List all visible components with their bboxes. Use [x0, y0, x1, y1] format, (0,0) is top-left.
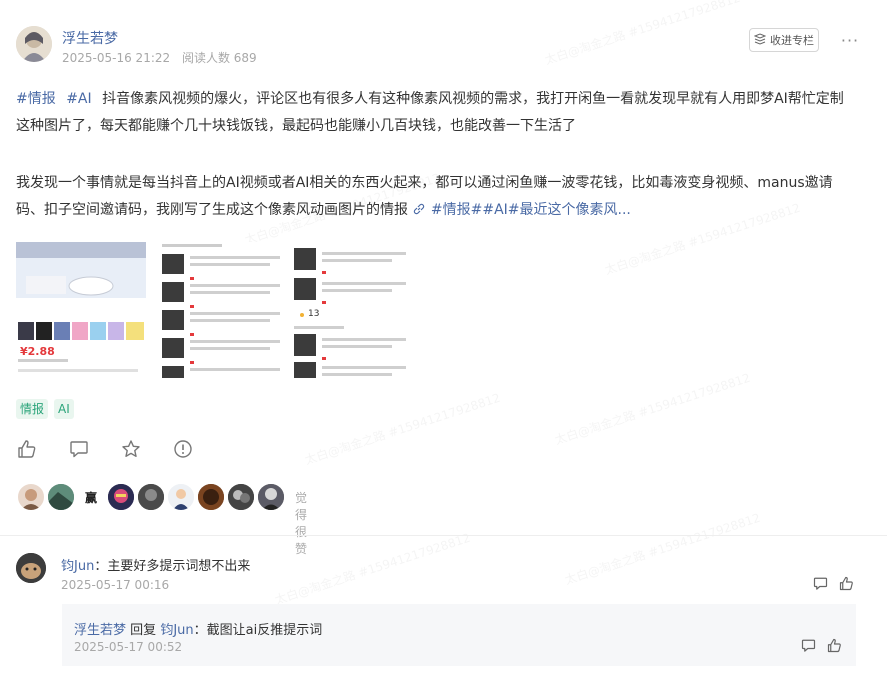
liker-avatar[interactable]: [16, 482, 46, 512]
more-icon[interactable]: ···: [838, 28, 862, 52]
image-thumbnail[interactable]: ¥2.88: [16, 242, 146, 378]
divider: [0, 535, 887, 536]
reply-actions: [800, 637, 842, 653]
liker-avatar[interactable]: 赢: [76, 482, 106, 512]
comment-time: 2025-05-17 00:16: [61, 578, 170, 592]
liker-avatar[interactable]: [256, 482, 286, 512]
reply-word: 回复: [130, 623, 157, 638]
post-paragraph-1: #情报 #AI 抖音像素风视频的爆火，评论区也有很多人有这种像素风视频的需求，我…: [16, 86, 856, 140]
like-icon[interactable]: [16, 438, 38, 460]
image-thumbnail[interactable]: 13: [288, 242, 418, 378]
liker-avatar[interactable]: [166, 482, 196, 512]
collect-label: 收进专栏: [770, 34, 814, 47]
tag-ai[interactable]: AI: [54, 399, 74, 419]
reply-item: 浮生若梦 回复 钧Jun：截图让ai反推提示词 2025-05-17 00:52: [62, 604, 856, 666]
intel-link[interactable]: #情报##AI#最近这个像素风...: [431, 202, 631, 218]
liker-avatar[interactable]: [106, 482, 136, 512]
reply-time: 2025-05-17 00:52: [74, 640, 183, 654]
image-price: ¥2.88: [20, 345, 55, 358]
like-icon[interactable]: [838, 575, 854, 591]
post-paragraph-2: 我发现一个事情就是每当抖音上的AI视频或者AI相关的东西火起来，都可以通过闲鱼赚…: [16, 170, 856, 224]
comment-actions: [812, 575, 854, 591]
comment-line: 钧Jun：主要好多提示词想不出来: [61, 555, 250, 574]
image-thumbnail[interactable]: [160, 242, 290, 378]
liker-avatar[interactable]: [226, 482, 256, 512]
tag-intel[interactable]: 情报: [16, 399, 49, 419]
liker-avatar[interactable]: [46, 482, 76, 512]
post-readers: 阅读人数 689: [181, 51, 257, 65]
collect-icon: [753, 32, 767, 48]
report-icon[interactable]: [172, 438, 194, 460]
like-icon[interactable]: [826, 637, 842, 653]
post-date: 2025-05-16 21:22: [62, 51, 171, 65]
reply-target[interactable]: 钧Jun: [160, 623, 193, 638]
author-name[interactable]: 浮生若梦: [62, 28, 118, 48]
comment-text: ：主要好多提示词想不出来: [94, 559, 251, 574]
paragraph-1-text: 抖音像素风视频的爆火，评论区也有很多人有这种像素风视频的需求，我打开闲鱼一看就发…: [16, 91, 844, 134]
reply-icon[interactable]: [800, 637, 816, 653]
reply-text: ：截图让ai反推提示词: [193, 623, 323, 638]
liker-avatar[interactable]: [136, 482, 166, 512]
reply-icon[interactable]: [812, 575, 828, 591]
star-icon[interactable]: [120, 438, 142, 460]
inline-tag-ai[interactable]: #AI: [66, 91, 91, 107]
inline-tag-intel[interactable]: #情报: [16, 91, 56, 107]
image-count: 13: [308, 309, 320, 319]
collect-button[interactable]: 收进专栏: [749, 28, 819, 52]
comment-avatar[interactable]: [16, 553, 46, 583]
comment-author[interactable]: 钧Jun: [61, 559, 94, 574]
author-avatar[interactable]: [16, 26, 52, 62]
liker-letter: 赢: [84, 490, 97, 505]
link-icon: [412, 202, 430, 218]
reply-author[interactable]: 浮生若梦: [74, 623, 126, 638]
comment-icon[interactable]: [68, 438, 90, 460]
post-actions: [16, 438, 194, 460]
post-header: 浮生若梦 2025-05-16 21:22 阅读人数 689 收进专栏 ···: [16, 26, 876, 70]
post-meta: 2025-05-16 21:22 阅读人数 689: [62, 49, 265, 66]
reply-line: 浮生若梦 回复 钧Jun：截图让ai反推提示词: [74, 619, 322, 638]
liker-avatar[interactable]: [196, 482, 226, 512]
likers-label: 觉得很赞: [295, 491, 308, 556]
post-card: 浮生若梦 2025-05-16 21:22 阅读人数 689 收进专栏 ··· …: [0, 0, 887, 677]
post-tags: 情报 AI: [16, 399, 74, 419]
